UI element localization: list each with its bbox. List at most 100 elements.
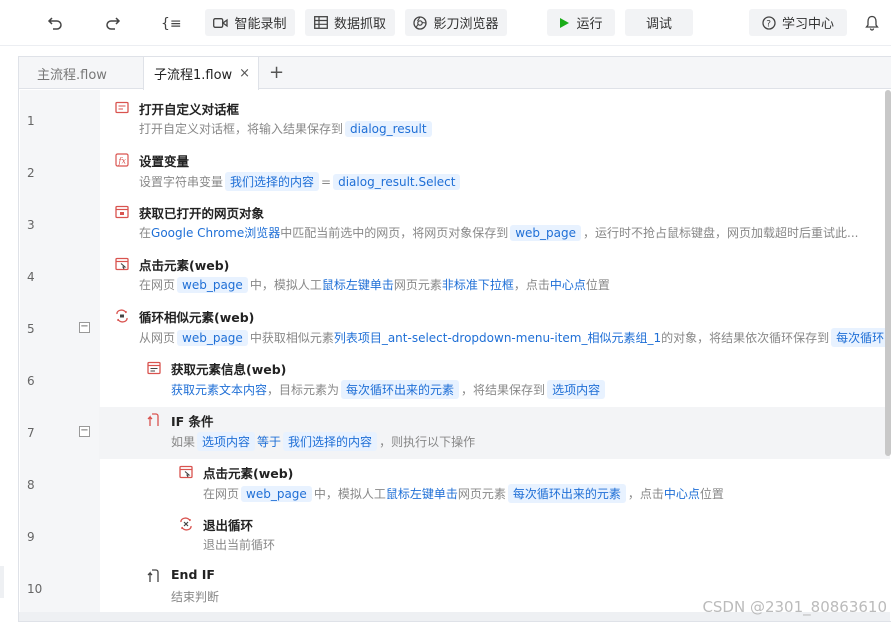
flow-step-row-selected[interactable]: 7 − IF 条件 如果 选项内容 等于 我们选择的内容 ，则执行以下操作: [19, 407, 890, 459]
line-number: 1: [27, 114, 35, 128]
desc-text: ，点击: [513, 278, 550, 292]
param-link: 等于: [257, 435, 282, 449]
webpage-icon: [115, 205, 129, 219]
help-icon: ?: [762, 15, 776, 30]
run-label: 运行: [576, 17, 603, 32]
flow-step-row[interactable]: 8 点击元素(web) 在网页 web_page 中，模拟人工鼠标左键单击网页元素每…: [19, 459, 890, 511]
tab-bar: 主流程.flow 子流程1.flow × +: [19, 57, 891, 90]
notification-bell-icon[interactable]: [857, 8, 887, 38]
param-link: 获取元素文本内容: [171, 383, 268, 397]
redo-icon[interactable]: [98, 8, 128, 38]
learning-center-button[interactable]: ? 学习中心: [749, 9, 847, 36]
flow-step-row[interactable]: 9 退出循环 退出当前循环: [19, 511, 890, 563]
param-link: Google Chrome浏览器: [151, 226, 281, 240]
line-number: 10: [27, 582, 43, 596]
end-if-icon: [147, 569, 159, 582]
tab-subflow-1[interactable]: 子流程1.flow ×: [143, 57, 259, 90]
learning-center-label: 学习中心: [781, 17, 834, 32]
variable-chip: 选项内容: [197, 432, 256, 451]
desc-text: 位置: [699, 487, 724, 501]
step-description: 打开自定义对话框，将输入结果保存到 dialog_result: [139, 120, 434, 137]
variable-chip: web_page: [177, 277, 248, 293]
desc-text: ，点击: [627, 487, 664, 501]
flow-step-row[interactable]: 3 获取已打开的网页对象 在Google Chrome浏览器中匹配当前选中的网页…: [19, 199, 890, 251]
variable-chip: web_page: [177, 330, 248, 346]
line-number: 8: [27, 478, 35, 492]
step-description: 获取元素文本内容，目标元素为 每次循环出来的元素 ，将结果保存到 选项内容: [171, 380, 607, 399]
desc-text: 的对象，将结果依次循环保存到: [661, 331, 830, 345]
click-element-icon: [115, 257, 129, 271]
desc-text: ，运行时不抢占鼠标键盘，网页加载超时后重试此...: [583, 226, 859, 240]
debug-button[interactable]: 调试: [625, 9, 693, 36]
run-button[interactable]: 运行: [547, 9, 615, 36]
desc-text: 中获取相似元素: [249, 331, 334, 345]
browser-button[interactable]: 影刀浏览器: [405, 9, 507, 36]
variable-chip: 我们选择的内容: [283, 432, 378, 451]
variable-chip: 每次循环出: [831, 328, 891, 347]
function-icon: fx: [115, 153, 129, 167]
step-title: 获取已打开的网页对象: [139, 206, 265, 221]
line-number: 3: [27, 218, 35, 232]
panel-edge: [0, 566, 4, 598]
debug-label: 调试: [645, 17, 672, 32]
desc-text: 中，模拟人工: [313, 487, 386, 501]
flow-step-row[interactable]: 5 − 循环相似元素(web) 从网页 web_page 中获取相似元素列表项目_a…: [19, 303, 891, 355]
step-description: 设置字符串变量 我们选择的内容 = dialog_result.Select: [139, 172, 462, 191]
desc-text: 中，模拟人工: [249, 278, 322, 292]
flow-step-row[interactable]: 2 fx 设置变量 设置字符串变量 我们选择的内容 = dialog_result.S…: [19, 147, 890, 199]
browser-icon: [413, 15, 428, 30]
play-icon: [560, 17, 570, 28]
vertical-scrollbar[interactable]: [885, 90, 891, 456]
variable-chip: 我们选择的内容: [225, 172, 320, 191]
variable-chip: 选项内容: [547, 380, 606, 399]
smart-record-button[interactable]: 智能录制: [205, 9, 295, 36]
element-info-icon: [147, 361, 161, 375]
desc-text: 在网页: [139, 278, 176, 292]
variable-chip: 每次循环出来的元素: [507, 484, 626, 503]
undo-icon[interactable]: [40, 8, 70, 38]
data-capture-button[interactable]: 数据抓取: [305, 9, 395, 36]
flow-step-row[interactable]: 4 点击元素(web) 在网页 web_page 中，模拟人工鼠标左键单击网页元素非…: [19, 251, 890, 303]
step-description: 在网页 web_page 中，模拟人工鼠标左键单击网页元素 每次循环出来的元素 ，点击中…: [203, 484, 724, 503]
svg-text:?: ?: [766, 19, 771, 29]
step-title: 设置变量: [139, 154, 190, 169]
close-icon[interactable]: ×: [239, 66, 250, 81]
desc-text: 在网页: [203, 487, 240, 501]
toolbar: {≡} 智能录制 数据抓取 影刀浏览器 运行 调试 ? 学习中心: [0, 0, 891, 46]
variable-chip: dialog_result.Select: [333, 174, 461, 190]
tab-label: 子流程1.flow: [154, 68, 233, 83]
flow-step-row[interactable]: 1 打开自定义对话框 打开自定义对话框，将输入结果保存到 dialog_resul…: [19, 95, 890, 147]
flow-step-row[interactable]: 6 获取元素信息(web) 获取元素文本内容，目标元素为 每次循环出来的元素 ，将结…: [19, 355, 890, 407]
tab-main-flow[interactable]: 主流程.flow: [19, 57, 143, 89]
desc-text: 打开自定义对话框，将输入结果保存到: [139, 122, 344, 136]
line-number: 2: [27, 166, 35, 180]
collapse-toggle[interactable]: −: [79, 322, 90, 333]
variable-chip: 每次循环出来的元素: [341, 380, 460, 399]
line-number: 5: [27, 322, 35, 336]
desc-text: 从网页: [139, 331, 176, 345]
svg-text:fx: fx: [118, 157, 127, 166]
variable-braces-icon[interactable]: {≡}: [156, 8, 186, 38]
browser-label: 影刀浏览器: [433, 17, 499, 32]
param-link: 中心点: [663, 487, 700, 501]
desc-text: 网页元素: [457, 487, 506, 501]
step-description: 如果 选项内容 等于 我们选择的内容 ，则执行以下操作: [171, 432, 475, 451]
dialog-icon: [115, 101, 129, 114]
desc-text: 如果: [171, 435, 196, 449]
desc-text: ，将结果保存到: [461, 383, 546, 397]
desc-text: 设置字符串变量: [139, 175, 224, 189]
add-tab-icon[interactable]: +: [269, 62, 284, 83]
desc-text: 中匹配当前选中的网页，将网页对象保存到: [280, 226, 509, 240]
if-branch-icon: [147, 413, 159, 426]
editor-panel: 主流程.flow 子流程1.flow × + 1 打开自定义对话框 打开自定义对…: [18, 56, 891, 622]
loop-elements-icon: [116, 309, 128, 323]
param-link: 中心点: [549, 278, 586, 292]
click-element-icon: [179, 465, 193, 479]
variable-chip: web_page: [510, 225, 582, 241]
collapse-toggle[interactable]: −: [79, 426, 90, 437]
step-title: 打开自定义对话框: [139, 102, 240, 117]
line-number: 7: [27, 426, 35, 440]
exit-loop-icon: [180, 517, 192, 531]
smart-record-label: 智能录制: [234, 17, 287, 32]
line-number: 4: [27, 270, 35, 284]
